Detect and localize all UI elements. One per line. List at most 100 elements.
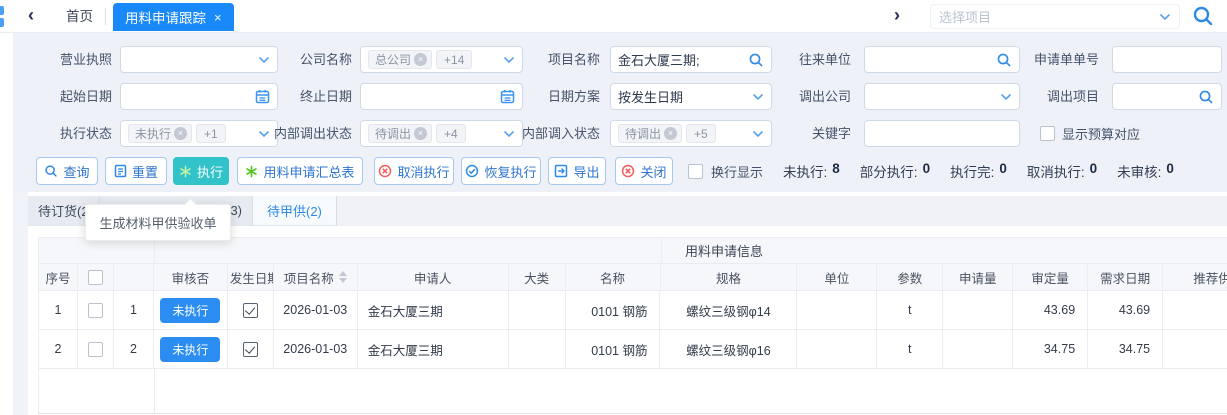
- checked-checkbox[interactable]: [243, 342, 258, 357]
- cell-num: 1: [114, 291, 154, 330]
- back-chevron-icon[interactable]: ‹: [28, 0, 34, 33]
- resume-execute-button[interactable]: 恢复执行: [461, 157, 541, 185]
- col-header-occur-date: 发生日期: [228, 264, 274, 291]
- tab-pending-owner-supply[interactable]: 待甲供(2): [253, 196, 337, 226]
- search-icon: [44, 164, 58, 178]
- wrap-display-label: 换行显示: [711, 162, 763, 181]
- close-button[interactable]: 关闭: [615, 157, 673, 185]
- project-name-input[interactable]: 金石大厦三期;: [610, 46, 772, 73]
- cell-date: 2026-01-03: [274, 330, 358, 369]
- cell-status[interactable]: 未执行: [154, 291, 228, 330]
- cell-name: 0101 钢筋: [566, 330, 661, 369]
- execute-button[interactable]: 执行: [173, 157, 229, 185]
- stat-label: 执行完:: [950, 161, 994, 181]
- transfer-out-project-input[interactable]: [1112, 83, 1222, 110]
- row-checkbox[interactable]: [88, 342, 103, 357]
- material-summary-button[interactable]: 用料申请汇总表: [237, 157, 363, 185]
- business-license-select[interactable]: [120, 46, 278, 73]
- export-button[interactable]: 导出: [548, 157, 606, 185]
- cell-select[interactable]: [78, 330, 114, 369]
- tag-text: 待调出: [625, 125, 661, 142]
- selected-tag[interactable]: 待调出×: [618, 124, 682, 143]
- remove-tag-icon[interactable]: ×: [414, 53, 427, 66]
- show-budget-checkbox[interactable]: 显示预算对应: [1040, 120, 1140, 147]
- cell-need-date: 34.75: [1088, 330, 1163, 369]
- exec-status-multiselect[interactable]: 未执行× +1: [120, 120, 278, 147]
- end-date-input[interactable]: [360, 83, 523, 110]
- keyword-input[interactable]: [864, 120, 1020, 147]
- status-not-executed-button[interactable]: 未执行: [160, 298, 220, 323]
- col-header-apply-qty: 申请量: [943, 264, 1013, 291]
- project-select-placeholder: 选择项目: [939, 7, 1159, 26]
- material-summary-button-label: 用料申请汇总表: [263, 162, 354, 181]
- cell-checked[interactable]: [228, 291, 274, 330]
- table-group-header: 用料申请信息: [38, 237, 1227, 264]
- global-search-icon[interactable]: [1192, 5, 1214, 27]
- table-row[interactable]: 1 1 未执行 2026-01-03 金石大厦三期 0101 钢筋 螺纹三级钢φ…: [38, 291, 1227, 330]
- col-header-select-all[interactable]: [78, 264, 114, 291]
- col-header-project-name[interactable]: 项目名称: [274, 264, 358, 291]
- tab-home[interactable]: 首页: [58, 0, 101, 33]
- sort-icon[interactable]: [339, 271, 347, 283]
- selected-tag[interactable]: 未执行×: [128, 124, 192, 143]
- cell-apply-qty: [943, 291, 1013, 330]
- show-budget-label: 显示预算对应: [1062, 124, 1140, 143]
- table-row[interactable]: 2 2 未执行 2026-01-03 金石大厦三期 0101 钢筋 螺纹三级钢φ…: [38, 330, 1227, 369]
- cell-spec: 螺纹三级钢φ14: [660, 291, 797, 330]
- forward-chevron-icon[interactable]: ›: [894, 0, 900, 33]
- run-asterisk-icon: [245, 165, 258, 178]
- cell-select[interactable]: [78, 291, 114, 330]
- cell-status[interactable]: 未执行: [154, 330, 228, 369]
- col-header-audit-qty: 审定量: [1013, 264, 1088, 291]
- checked-checkbox[interactable]: [243, 303, 258, 318]
- internal-out-status-multiselect[interactable]: 待调出× +4: [360, 120, 523, 147]
- tab-material-request-tracking[interactable]: 用料申请跟踪 ×: [113, 3, 234, 31]
- collapsed-menu-icon[interactable]: [0, 6, 4, 30]
- cell-name: 0101 钢筋: [566, 291, 661, 330]
- chevron-down-icon: [1159, 13, 1171, 21]
- project-select[interactable]: 选择项目: [930, 4, 1180, 29]
- col-header-name: 名称: [566, 264, 661, 291]
- query-button[interactable]: 查询: [36, 157, 98, 185]
- app-window: ‹ 首页 用料申请跟踪 × › 选择项目 营业执照 公司名称 总公司× +14 …: [0, 0, 1227, 415]
- request-no-input[interactable]: [1112, 46, 1222, 73]
- stat-value: 0: [923, 161, 931, 181]
- counterparty-input[interactable]: [864, 46, 1020, 73]
- company-name-multiselect[interactable]: 总公司× +14: [360, 46, 523, 73]
- checkbox-icon[interactable]: [1040, 126, 1055, 141]
- end-date-label: 终止日期: [258, 83, 352, 110]
- more-tags-badge: +14: [436, 50, 472, 69]
- stat-partial: 部分执行:0: [860, 161, 930, 181]
- transfer-out-company-select[interactable]: [864, 83, 1020, 110]
- status-not-executed-button[interactable]: 未执行: [160, 337, 220, 362]
- start-date-label: 起始日期: [18, 83, 112, 110]
- cell-seq: 2: [39, 330, 78, 369]
- tab-divider: [105, 8, 106, 25]
- transfer-out-company-label: 调出公司: [757, 83, 851, 110]
- start-date-input[interactable]: [120, 83, 278, 110]
- cell-checked[interactable]: [228, 330, 274, 369]
- remove-tag-icon[interactable]: ×: [174, 127, 187, 140]
- selected-tag[interactable]: 待调出×: [368, 124, 432, 143]
- selected-tag[interactable]: 总公司×: [368, 50, 432, 69]
- reset-button[interactable]: 重置: [105, 157, 167, 185]
- search-icon[interactable]: [1198, 89, 1214, 105]
- row-checkbox[interactable]: [88, 303, 103, 318]
- close-tab-icon[interactable]: ×: [214, 10, 222, 25]
- stat-label: 未审核:: [1117, 161, 1161, 181]
- cell-apply-qty: [943, 330, 1013, 369]
- cell-unit: [797, 291, 877, 330]
- cell-category: [509, 291, 566, 330]
- more-tags-badge: +4: [436, 124, 466, 143]
- date-scheme-select[interactable]: 按发生日期: [610, 83, 772, 110]
- reset-button-label: 重置: [132, 162, 158, 181]
- project-name-label: 项目名称: [506, 46, 600, 73]
- cell-unit: [797, 330, 877, 369]
- remove-tag-icon[interactable]: ×: [664, 127, 677, 140]
- select-all-checkbox[interactable]: [88, 270, 103, 285]
- internal-in-status-multiselect[interactable]: 待调出× +5: [610, 120, 772, 147]
- cancel-execute-button[interactable]: 取消执行: [374, 157, 454, 185]
- wrap-display-checkbox[interactable]: [688, 164, 703, 179]
- cell-project: 金石大厦三期: [358, 330, 509, 369]
- remove-tag-icon[interactable]: ×: [414, 127, 427, 140]
